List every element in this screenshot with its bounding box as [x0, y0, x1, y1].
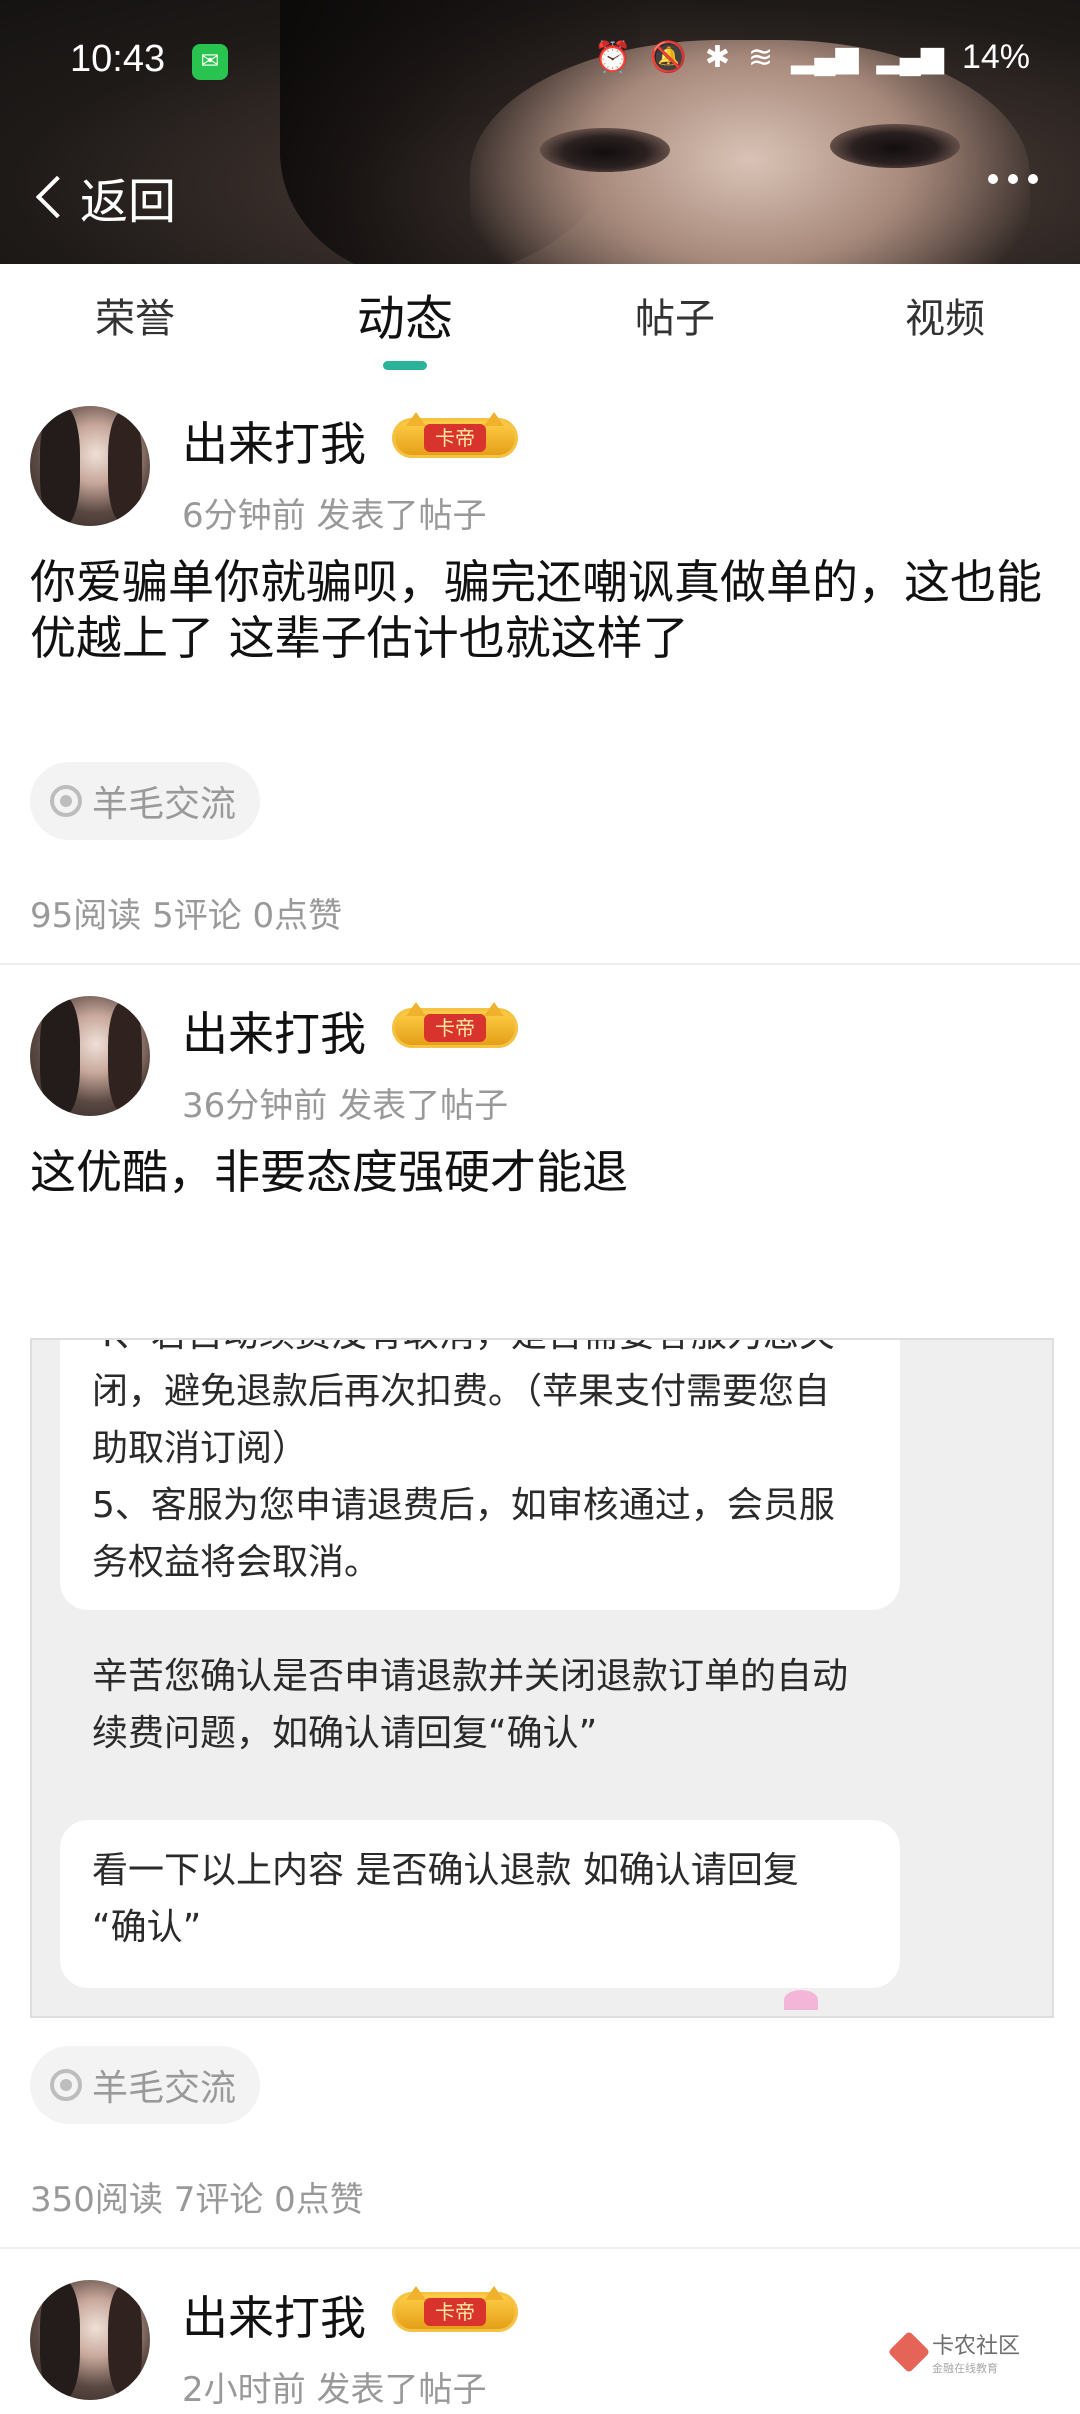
post-time: 36分钟前 — [182, 1086, 328, 1126]
chevron-left-icon — [35, 175, 79, 219]
topic-tag-label: 羊毛交流 — [92, 784, 237, 825]
post-username[interactable]: 出来打我 — [182, 2282, 366, 2348]
alarm-icon: ⏰ — [594, 41, 632, 74]
4g-signal-icon: ▂▄▆ — [791, 41, 859, 74]
topic-icon — [50, 2069, 82, 2101]
rank-badge: 卡帝 — [392, 412, 518, 458]
chat-line: 看一下以上内容 是否确认退款 如确认请回复 — [92, 1850, 799, 1891]
chat-line: 助取消订阅） — [92, 1428, 309, 1469]
avatar[interactable] — [30, 2280, 150, 2400]
battery-level: 14% — [961, 38, 1030, 76]
post-action: 发表了帖子 — [316, 496, 487, 536]
post-time: 6分钟前 — [182, 496, 306, 536]
rank-badge: 卡帝 — [392, 1002, 518, 1048]
post-content[interactable]: 这优酷，非要态度强硬才能退 — [30, 1144, 1050, 1200]
post-username[interactable]: 出来打我 — [182, 408, 366, 474]
avatar[interactable] — [30, 406, 150, 526]
topic-icon — [50, 785, 82, 817]
post-username[interactable]: 出来打我 — [182, 998, 366, 1064]
divider — [0, 2247, 1080, 2249]
post-action: 发表了帖子 — [338, 1086, 509, 1126]
watermark-subtitle: 金融在线教育 — [931, 2362, 998, 2375]
bluetooth-icon: ✱ — [704, 41, 730, 74]
post-content[interactable]: 你爱骗单你就骗呗，骗完还嘲讽真做单的，这也能优越上了 这辈子估计也就这样了 — [30, 554, 1050, 666]
tab-honor[interactable]: 荣誉 — [0, 264, 270, 374]
wechat-icon: ✉ — [192, 44, 228, 80]
chat-line: 务权益将会取消。 — [92, 1542, 381, 1583]
rank-badge: 卡帝 — [392, 2286, 518, 2332]
status-icons: ⏰ 🔕 ✱ ≋ ▂▄▆ ▂▄▆ 14% — [594, 38, 1030, 77]
tab-activity[interactable]: 动态 — [270, 264, 540, 374]
tab-posts[interactable]: 帖子 — [540, 264, 810, 374]
chat-line: 续费问题，如确认请回复“确认” — [92, 1713, 598, 1754]
post-meta: 6分钟前 发表了帖子 — [182, 488, 486, 537]
rank-badge-label: 卡帝 — [424, 424, 486, 452]
topic-tag[interactable]: 羊毛交流 — [30, 762, 261, 840]
avatar[interactable] — [30, 996, 150, 1116]
chat-line: 闭，避免退款后再次扣费。（苹果支付需要您自 — [92, 1371, 831, 1412]
watermark: 卡农社区 金融在线教育 — [887, 2328, 1020, 2376]
chat-line: 辛苦您确认是否申请退款并关闭退款订单的自动 — [92, 1656, 849, 1697]
topic-tag[interactable]: 羊毛交流 — [30, 2046, 261, 2124]
post-time: 2小时前 — [182, 2370, 306, 2410]
tab-videos[interactable]: 视频 — [810, 264, 1080, 374]
rank-badge-label: 卡帝 — [424, 2298, 486, 2326]
kanong-logo-icon — [887, 2330, 931, 2374]
post-action: 发表了帖子 — [316, 2370, 487, 2410]
watermark-title: 卡农社区 — [931, 2334, 1020, 2359]
more-icon[interactable] — [988, 174, 1038, 184]
chat-bubble: 4、若自动续费没有取消，是否需要客服为您关 闭，避免退款后再次扣费。（苹果支付需… — [60, 1340, 900, 1754]
sticker-decoration — [784, 1990, 818, 2010]
top-nav: 返回 — [0, 140, 1080, 250]
chat-line: “确认” — [92, 1907, 202, 1948]
back-button[interactable]: 返回 — [28, 162, 176, 232]
chat-line: 5、客服为您申请退费后，如审核通过，会员服 — [92, 1485, 835, 1526]
4g-signal-icon: ▂▄▆ — [876, 41, 944, 74]
divider — [0, 963, 1080, 965]
profile-header: 10:43 ✉ ⏰ 🔕 ✱ ≋ ▂▄▆ ▂▄▆ 14% 返回 — [0, 0, 1080, 264]
wifi-icon: ≋ — [747, 41, 774, 74]
tab-bar: 荣誉 动态 帖子 视频 — [0, 264, 1080, 374]
mute-icon: 🔕 — [649, 41, 687, 74]
post-image[interactable]: 4、若自动续费没有取消，是否需要客服为您关 闭，避免退款后再次扣费。（苹果支付需… — [30, 1338, 1054, 2018]
post-meta: 2小时前 发表了帖子 — [182, 2362, 486, 2411]
chat-line — [92, 1591, 868, 1648]
post-stats: 95阅读 5评论 0点赞 — [30, 896, 343, 936]
status-bar: 10:43 ✉ ⏰ 🔕 ✱ ≋ ▂▄▆ ▂▄▆ 14% — [0, 0, 1080, 120]
chat-bubble: 看一下以上内容 是否确认退款 如确认请回复 “确认” — [60, 1820, 900, 1988]
post-meta: 36分钟前 发表了帖子 — [182, 1078, 508, 1127]
status-time: 10:43 — [70, 38, 166, 80]
chat-line: 4、若自动续费没有取消，是否需要客服为您关 — [92, 1340, 868, 1363]
rank-badge-label: 卡帝 — [424, 1014, 486, 1042]
back-label: 返回 — [80, 174, 177, 230]
post-stats: 350阅读 7评论 0点赞 — [30, 2180, 364, 2220]
topic-tag-label: 羊毛交流 — [92, 2068, 237, 2109]
